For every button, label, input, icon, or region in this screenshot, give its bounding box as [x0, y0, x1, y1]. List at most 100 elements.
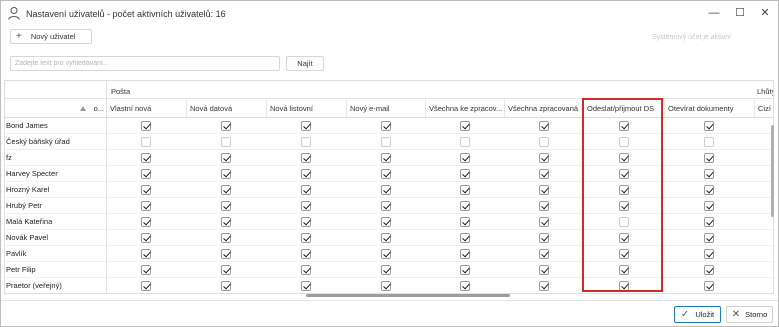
- permission-checkbox[interactable]: [704, 281, 714, 291]
- minimize-button[interactable]: —: [707, 5, 721, 21]
- permission-checkbox[interactable]: [704, 185, 714, 195]
- permission-checkbox[interactable]: [619, 233, 629, 243]
- permission-checkbox[interactable]: [301, 137, 311, 147]
- name-column-header[interactable]: o...: [5, 100, 106, 117]
- permission-checkbox[interactable]: [460, 137, 470, 147]
- permission-checkbox[interactable]: [141, 185, 151, 195]
- permission-checkbox[interactable]: [704, 217, 714, 227]
- permission-checkbox[interactable]: [460, 281, 470, 291]
- permission-checkbox[interactable]: [381, 153, 391, 163]
- permission-checkbox[interactable]: [460, 185, 470, 195]
- permission-checkbox[interactable]: [460, 233, 470, 243]
- find-button[interactable]: Najít: [286, 56, 324, 71]
- permission-checkbox[interactable]: [381, 233, 391, 243]
- permission-checkbox[interactable]: [460, 169, 470, 179]
- permission-checkbox[interactable]: [381, 185, 391, 195]
- column-header[interactable]: Všechna ke zpracov...: [426, 100, 505, 117]
- table-row[interactable]: Český báňský úřad: [5, 134, 773, 150]
- permission-checkbox[interactable]: [460, 153, 470, 163]
- permission-checkbox[interactable]: [539, 249, 549, 259]
- cancel-button[interactable]: ✕ Storno: [726, 306, 773, 323]
- permission-checkbox[interactable]: [221, 265, 231, 275]
- table-row[interactable]: fz: [5, 150, 773, 166]
- permission-checkbox[interactable]: [141, 169, 151, 179]
- permission-checkbox[interactable]: [539, 281, 549, 291]
- permission-checkbox[interactable]: [704, 153, 714, 163]
- column-header[interactable]: Vlastní nová: [107, 100, 187, 117]
- permission-checkbox[interactable]: [221, 201, 231, 211]
- table-row[interactable]: Praetor (veřejný): [5, 278, 773, 293]
- permission-checkbox[interactable]: [301, 201, 311, 211]
- permission-checkbox[interactable]: [301, 281, 311, 291]
- column-header[interactable]: Nová datová: [187, 100, 267, 117]
- column-header[interactable]: Odeslat/přijmout DS: [584, 100, 665, 117]
- permission-checkbox[interactable]: [221, 185, 231, 195]
- permission-checkbox[interactable]: [460, 121, 470, 131]
- table-row[interactable]: Hrubý Petr: [5, 198, 773, 214]
- permission-checkbox[interactable]: [539, 137, 549, 147]
- permission-checkbox[interactable]: [381, 217, 391, 227]
- table-row[interactable]: Petr Filip: [5, 262, 773, 278]
- save-button[interactable]: ✓ Uložit: [674, 306, 721, 323]
- permission-checkbox[interactable]: [539, 201, 549, 211]
- permission-checkbox[interactable]: [704, 233, 714, 243]
- permission-checkbox[interactable]: [381, 201, 391, 211]
- permission-checkbox[interactable]: [539, 153, 549, 163]
- permission-checkbox[interactable]: [460, 201, 470, 211]
- permission-checkbox[interactable]: [539, 121, 549, 131]
- permission-checkbox[interactable]: [381, 121, 391, 131]
- permission-checkbox[interactable]: [381, 137, 391, 147]
- permission-checkbox[interactable]: [141, 233, 151, 243]
- permission-checkbox[interactable]: [301, 185, 311, 195]
- permission-checkbox[interactable]: [619, 249, 629, 259]
- add-user-button[interactable]: + Nový uživatel: [10, 29, 92, 44]
- vertical-scrollbar[interactable]: [771, 125, 774, 217]
- permission-checkbox[interactable]: [619, 281, 629, 291]
- permission-checkbox[interactable]: [539, 169, 549, 179]
- permission-checkbox[interactable]: [619, 185, 629, 195]
- permission-checkbox[interactable]: [141, 249, 151, 259]
- permission-checkbox[interactable]: [301, 233, 311, 243]
- permission-checkbox[interactable]: [221, 281, 231, 291]
- permission-checkbox[interactable]: [221, 137, 231, 147]
- permission-checkbox[interactable]: [619, 137, 629, 147]
- permission-checkbox[interactable]: [221, 217, 231, 227]
- permission-checkbox[interactable]: [704, 265, 714, 275]
- permission-checkbox[interactable]: [619, 217, 629, 227]
- permission-checkbox[interactable]: [301, 217, 311, 227]
- table-row[interactable]: Malá Kateřina: [5, 214, 773, 230]
- column-header[interactable]: Nová listovní: [267, 100, 347, 117]
- table-row[interactable]: Bond James: [5, 118, 773, 134]
- permission-checkbox[interactable]: [141, 201, 151, 211]
- permission-checkbox[interactable]: [381, 169, 391, 179]
- permission-checkbox[interactable]: [619, 265, 629, 275]
- table-row[interactable]: Hrozný Karel: [5, 182, 773, 198]
- table-row[interactable]: Pavlík: [5, 246, 773, 262]
- column-header[interactable]: Všechna zpracovaná: [505, 100, 584, 117]
- table-row[interactable]: Novák Pavel: [5, 230, 773, 246]
- permission-checkbox[interactable]: [141, 281, 151, 291]
- permission-checkbox[interactable]: [301, 153, 311, 163]
- permission-checkbox[interactable]: [460, 249, 470, 259]
- permission-checkbox[interactable]: [381, 281, 391, 291]
- maximize-button[interactable]: ☐: [733, 5, 747, 21]
- column-header[interactable]: Otevírat dokumenty: [665, 100, 755, 117]
- permission-checkbox[interactable]: [619, 153, 629, 163]
- permission-checkbox[interactable]: [539, 217, 549, 227]
- permission-checkbox[interactable]: [460, 265, 470, 275]
- permission-checkbox[interactable]: [539, 185, 549, 195]
- permission-checkbox[interactable]: [221, 249, 231, 259]
- permission-checkbox[interactable]: [301, 249, 311, 259]
- permission-checkbox[interactable]: [704, 169, 714, 179]
- table-row[interactable]: Harvey Specter: [5, 166, 773, 182]
- permission-checkbox[interactable]: [704, 121, 714, 131]
- permission-checkbox[interactable]: [704, 201, 714, 211]
- search-input[interactable]: [10, 56, 280, 71]
- permission-checkbox[interactable]: [301, 121, 311, 131]
- permission-checkbox[interactable]: [141, 121, 151, 131]
- permission-checkbox[interactable]: [381, 265, 391, 275]
- permission-checkbox[interactable]: [539, 233, 549, 243]
- permission-checkbox[interactable]: [704, 137, 714, 147]
- permission-checkbox[interactable]: [141, 153, 151, 163]
- permission-checkbox[interactable]: [301, 265, 311, 275]
